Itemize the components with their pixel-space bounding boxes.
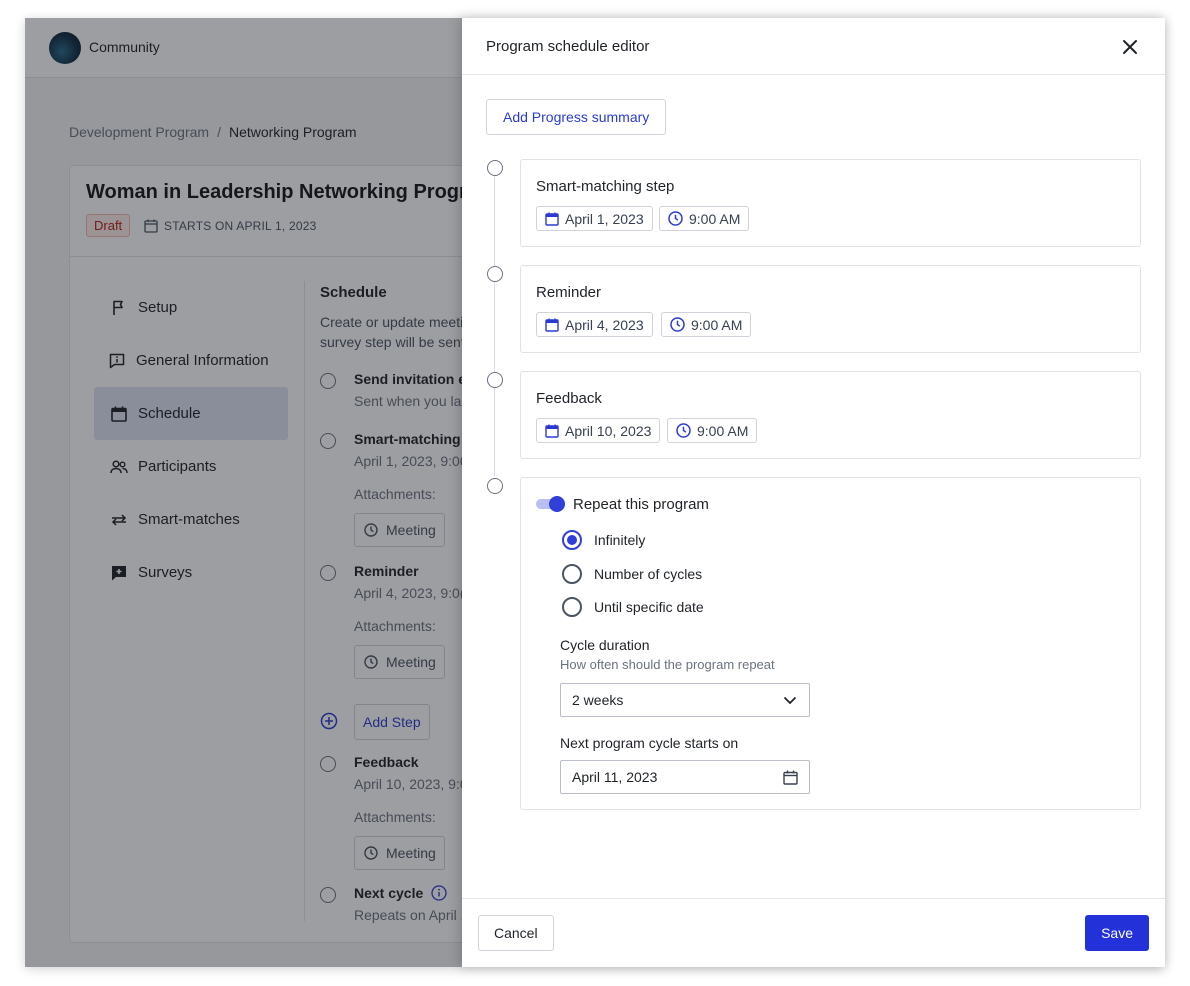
calendar-icon — [545, 212, 559, 226]
repeat-toggle[interactable] — [536, 496, 566, 512]
step-time: 9:00 AM — [691, 316, 743, 333]
step-time: 9:00 AM — [689, 210, 741, 227]
step-card[interactable]: Feedback April 10, 2023 9:00 AM — [520, 371, 1141, 459]
step-name: Smart-matching step — [536, 178, 675, 195]
time-chip[interactable]: 9:00 AM — [659, 206, 750, 231]
close-button[interactable] — [1119, 36, 1141, 58]
timeline-marker — [487, 160, 503, 176]
step-card[interactable]: Smart-matching step April 1, 2023 9:00 A… — [520, 159, 1141, 247]
calendar-icon[interactable] — [783, 770, 798, 785]
add-progress-summary-button[interactable]: Add Progress summary — [486, 99, 667, 135]
timeline-marker — [487, 478, 503, 494]
timeline-line — [494, 176, 495, 476]
date-chip[interactable]: April 1, 2023 — [536, 206, 653, 231]
timeline-marker — [487, 372, 503, 388]
calendar-icon — [545, 424, 559, 438]
radio-option-infinitely[interactable]: Infinitely — [562, 530, 645, 550]
radio-label: Number of cycles — [594, 566, 703, 582]
step-date: April 4, 2023 — [565, 316, 644, 333]
clock-icon — [668, 211, 683, 226]
time-chip[interactable]: 9:00 AM — [661, 312, 752, 337]
step-card[interactable]: Reminder April 4, 2023 9:00 AM — [520, 265, 1141, 353]
radio-label: Infinitely — [594, 532, 646, 548]
date-chip[interactable]: April 10, 2023 — [536, 418, 661, 443]
schedule-editor-drawer: Program schedule editor Add Progress sum… — [462, 18, 1165, 967]
step-name: Reminder — [536, 284, 602, 301]
radio-option-number-of-cycles[interactable]: Number of cycles — [562, 564, 702, 584]
timeline-marker — [487, 266, 503, 282]
step-time: 9:00 AM — [697, 422, 749, 439]
repeat-settings-card: Repeat this program Infinitely Number of… — [520, 477, 1141, 810]
clock-icon — [670, 317, 685, 332]
close-icon — [1123, 40, 1137, 54]
cycle-duration-value: 2 weeks — [572, 692, 624, 708]
chevron-down-icon — [783, 696, 797, 704]
radio-button[interactable] — [562, 597, 582, 617]
next-cycle-label: Next program cycle starts on — [560, 735, 739, 751]
toggle-knob — [549, 496, 565, 512]
radio-button[interactable] — [562, 530, 582, 550]
save-button[interactable]: Save — [1085, 915, 1149, 951]
step-name: Feedback — [536, 390, 602, 407]
radio-label: Until specific date — [594, 599, 704, 615]
next-cycle-date-input[interactable]: April 11, 2023 — [560, 760, 810, 794]
drawer-footer: Cancel Save — [462, 898, 1165, 967]
time-chip[interactable]: 9:00 AM — [667, 418, 758, 443]
radio-option-until-specific-date[interactable]: Until specific date — [562, 597, 704, 617]
date-chip[interactable]: April 4, 2023 — [536, 312, 653, 337]
next-cycle-value: April 11, 2023 — [572, 769, 658, 785]
cycle-duration-label: Cycle duration — [560, 637, 650, 653]
radio-button[interactable] — [562, 564, 582, 584]
cycle-duration-hint: How often should the program repeat — [560, 657, 775, 672]
drawer-header: Program schedule editor — [462, 18, 1165, 75]
step-date: April 10, 2023 — [565, 422, 652, 439]
calendar-icon — [545, 318, 559, 332]
step-date: April 1, 2023 — [565, 210, 644, 227]
repeat-label: Repeat this program — [573, 496, 709, 513]
cancel-button[interactable]: Cancel — [478, 915, 554, 951]
drawer-title: Program schedule editor — [486, 38, 650, 55]
cycle-duration-select[interactable]: 2 weeks — [560, 683, 810, 717]
clock-icon — [676, 423, 691, 438]
